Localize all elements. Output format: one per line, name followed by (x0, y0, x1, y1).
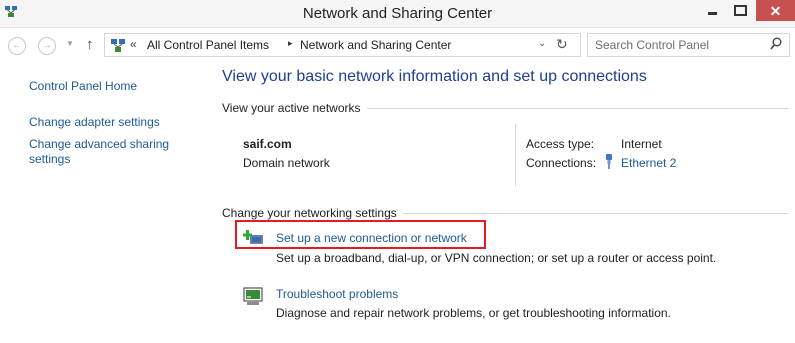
window-title: Network and Sharing Center (302, 5, 493, 22)
network-name: saif.com (243, 137, 292, 151)
setup-new-connection-description: Set up a broadband, dial-up, or VPN conn… (276, 251, 717, 265)
close-button[interactable]: ✕ (756, 0, 795, 21)
highlight-annotation (235, 220, 486, 249)
left-task-pane: Control Panel Home Change adapter settin… (0, 63, 210, 343)
search-icon[interactable] (770, 37, 782, 51)
active-networks-heading: View your active networks (222, 101, 367, 115)
forward-button[interactable]: → (38, 37, 56, 55)
connections-label: Connections: (526, 156, 597, 170)
control-panel-home-link[interactable]: Control Panel Home (29, 79, 137, 94)
close-icon: ✕ (769, 2, 782, 19)
troubleshoot-problems-link[interactable]: Troubleshoot problems (276, 287, 398, 301)
breadcrumb-overflow-icon[interactable]: « (130, 37, 137, 51)
title-bar: Network and Sharing Center ✕ (0, 0, 795, 28)
breadcrumb-separator-icon[interactable]: ▸ (288, 38, 293, 49)
control-panel-icon (111, 39, 125, 52)
change-settings-heading: Change your networking settings (222, 206, 403, 220)
search-input[interactable]: Search Control Panel (595, 38, 709, 52)
back-button[interactable]: ← (8, 37, 26, 55)
breadcrumb-network-and-sharing-center[interactable]: Network and Sharing Center (300, 38, 451, 52)
search-box[interactable]: Search Control Panel (587, 33, 790, 57)
minimize-icon (707, 12, 717, 15)
ethernet-connection-link[interactable]: Ethernet 2 (621, 156, 676, 170)
access-type-value: Internet (621, 137, 662, 151)
navigation-bar: ← → ▼ ↑ « All Control Panel Items ▸ Netw… (0, 31, 795, 59)
refresh-icon[interactable]: ↻ (556, 36, 568, 53)
maximize-button[interactable] (727, 0, 753, 21)
up-button[interactable]: ↑ (86, 36, 94, 53)
troubleshoot-problems-description: Diagnose and repair network problems, or… (276, 306, 671, 320)
access-type-label: Access type: (526, 137, 595, 151)
vertical-divider (515, 124, 516, 186)
troubleshoot-icon (243, 287, 263, 305)
page-title: View your basic network information and … (222, 68, 647, 85)
maximize-icon (733, 5, 747, 16)
ethernet-icon (606, 154, 612, 169)
change-adapter-settings-link[interactable]: Change adapter settings (29, 115, 160, 130)
minimize-button[interactable] (699, 0, 725, 21)
change-advanced-sharing-settings-link[interactable]: Change advanced sharing settings (29, 137, 189, 167)
network-category: Domain network (243, 156, 330, 170)
address-dropdown-icon[interactable]: ⌄ (538, 38, 546, 49)
recent-locations-dropdown-icon[interactable]: ▼ (66, 39, 74, 48)
breadcrumb-all-control-panel-items[interactable]: All Control Panel Items (147, 38, 269, 52)
address-bar[interactable]: « All Control Panel Items ▸ Network and … (104, 33, 581, 57)
